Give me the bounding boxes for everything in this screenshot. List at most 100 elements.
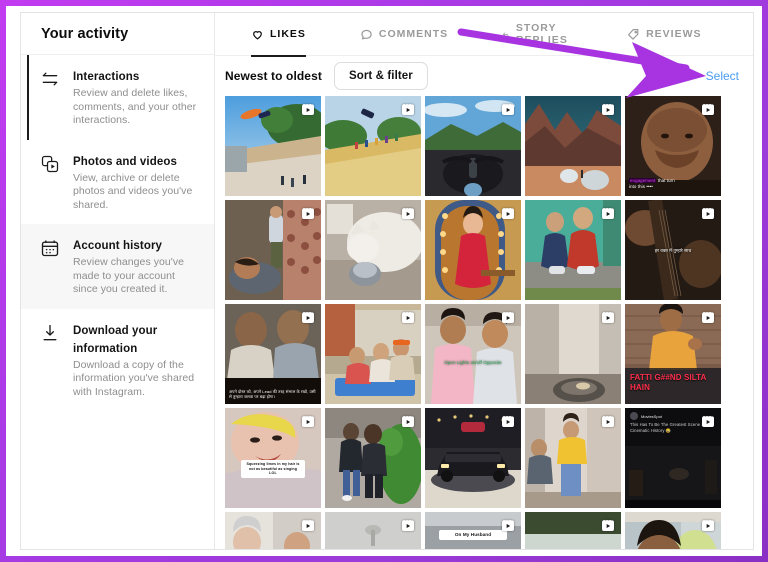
sidebar-item-desc: Review and delete likes, comments, and y… <box>73 87 200 128</box>
grid-item[interactable] <box>225 512 321 549</box>
activity-panel: Your activity Interactions Review and de… <box>20 12 754 550</box>
photos-videos-icon <box>39 153 61 175</box>
reels-clip-icon <box>500 517 516 533</box>
grid-item[interactable] <box>525 512 621 549</box>
sort-order-label: Newest to oldest <box>225 69 322 83</box>
grid-item[interactable] <box>425 200 521 300</box>
grid-item[interactable] <box>225 200 321 300</box>
thumbnail-account-header: MoviesSpot <box>630 412 662 420</box>
screenshot-frame: Your activity Interactions Review and de… <box>0 0 768 562</box>
reels-clip-icon <box>400 205 416 221</box>
reels-clip-icon <box>600 101 616 117</box>
thumbnail-overlay-text: Squeezing limes in my hair is not as bea… <box>241 460 305 478</box>
sort-and-filter-button[interactable]: Sort & filter <box>334 62 428 90</box>
reels-clip-icon <box>500 309 516 325</box>
grid-item[interactable]: FATTI G##ND SILTA HAIN <box>625 304 721 404</box>
reels-clip-icon <box>400 413 416 429</box>
main-content: LIKES COMMENTS STORY REPLIES <box>215 13 753 549</box>
reels-clip-icon <box>600 413 616 429</box>
sidebar-item-label: Interactions <box>73 71 139 83</box>
grid-item[interactable] <box>225 96 321 196</box>
media-grid: engagement that turn into this •••• <box>225 96 749 549</box>
media-grid-container[interactable]: engagement that turn into this •••• <box>215 96 753 549</box>
reels-clip-icon <box>700 413 716 429</box>
comment-icon <box>360 28 373 41</box>
grid-item[interactable]: MoviesSpot This Has To Be The Greatest S… <box>625 408 721 508</box>
reels-clip-icon <box>700 517 716 533</box>
reels-clip-icon <box>500 205 516 221</box>
sidebar-item-desc: Download a copy of the information you'v… <box>73 359 200 400</box>
sidebar-item-label: Download your information <box>73 325 157 355</box>
tab-story-replies[interactable]: STORY REPLIES <box>502 13 599 56</box>
grid-item[interactable]: Open Lights on/off Opposite <box>425 304 521 404</box>
sidebar-item-label: Photos and videos <box>73 156 177 168</box>
grid-toolbar: Newest to oldest Sort & filter Select <box>215 56 753 96</box>
reels-clip-icon <box>300 205 316 221</box>
grid-item[interactable] <box>325 304 421 404</box>
tab-label: COMMENTS <box>379 28 448 40</box>
sidebar-item-label: Account history <box>73 240 162 252</box>
grid-item[interactable] <box>325 96 421 196</box>
page: Your activity Interactions Review and de… <box>6 6 762 556</box>
reels-clip-icon <box>400 309 416 325</box>
calendar-icon <box>39 237 61 259</box>
reply-arrow-icon <box>502 28 510 41</box>
grid-item[interactable] <box>525 408 621 508</box>
activity-tabs: LIKES COMMENTS STORY REPLIES <box>215 13 753 56</box>
heart-icon <box>251 28 264 41</box>
reels-clip-icon <box>700 309 716 325</box>
sidebar: Your activity Interactions Review and de… <box>21 13 215 549</box>
reels-clip-icon <box>600 309 616 325</box>
thumbnail-overlay-text: अपने दोस्त को, अपने Lead की तरह संभाल के… <box>229 389 317 400</box>
sidebar-item-desc: Review changes you've made to your accou… <box>73 256 200 297</box>
thumbnail-overlay-text: engagement that turn into this •••• <box>629 178 713 190</box>
grid-item[interactable]: On My Husband <box>425 512 521 549</box>
thumbnail-overlay-text: Open Lights on/off Opposite <box>431 360 515 366</box>
reels-clip-icon <box>400 517 416 533</box>
grid-item[interactable]: अपने दोस्त को, अपने Lead की तरह संभाल के… <box>225 304 321 404</box>
reels-clip-icon <box>600 517 616 533</box>
reels-clip-icon <box>400 101 416 117</box>
reels-clip-icon <box>300 309 316 325</box>
reels-clip-icon <box>500 101 516 117</box>
grid-item[interactable] <box>325 408 421 508</box>
grid-item[interactable] <box>525 96 621 196</box>
grid-item[interactable] <box>425 408 521 508</box>
arrows-exchange-icon <box>39 68 61 90</box>
reels-clip-icon <box>500 413 516 429</box>
download-icon <box>39 322 61 344</box>
thumbnail-overlay-text: On My Husband <box>439 530 507 540</box>
tab-reviews[interactable]: REVIEWS <box>627 13 727 56</box>
reels-clip-icon <box>700 205 716 221</box>
sidebar-item-account-history[interactable]: Account history Review changes you've ma… <box>21 224 214 309</box>
reels-clip-icon <box>300 413 316 429</box>
grid-item[interactable]: Squeezing limes in my hair is not as bea… <box>225 408 321 508</box>
reels-clip-icon <box>600 205 616 221</box>
page-title: Your activity <box>41 26 128 42</box>
grid-item[interactable] <box>325 200 421 300</box>
sidebar-item-download-your-information[interactable]: Download your information Download a cop… <box>21 309 214 412</box>
thumbnail-overlay-text: FATTI G##ND SILTA HAIN <box>630 373 716 392</box>
tag-icon <box>627 28 640 41</box>
grid-item[interactable]: engagement that turn into this •••• <box>625 96 721 196</box>
select-button[interactable]: Select <box>706 69 739 83</box>
grid-item[interactable] <box>525 304 621 404</box>
reels-clip-icon <box>300 101 316 117</box>
tab-label: LIKES <box>270 28 306 40</box>
grid-item[interactable] <box>525 200 621 300</box>
sidebar-item-photos-and-videos[interactable]: Photos and videos View, archive or delet… <box>21 140 214 225</box>
thumbnail-overlay-text: हर वक्त में तुम्हारे साथ <box>631 248 715 254</box>
sidebar-item-desc: View, archive or delete photos and video… <box>73 172 200 213</box>
sidebar-item-interactions[interactable]: Interactions Review and delete likes, co… <box>21 55 214 140</box>
tab-label: STORY REPLIES <box>516 22 573 46</box>
avatar <box>630 412 638 420</box>
grid-item[interactable] <box>325 512 421 549</box>
tab-label: REVIEWS <box>646 28 701 40</box>
grid-item[interactable]: हर वक्त में तुम्हारे साथ <box>625 200 721 300</box>
reels-clip-icon <box>700 101 716 117</box>
grid-item[interactable] <box>625 512 721 549</box>
sidebar-header: Your activity <box>21 13 214 55</box>
tab-likes[interactable]: LIKES <box>251 13 332 56</box>
tab-comments[interactable]: COMMENTS <box>360 13 474 56</box>
grid-item[interactable] <box>425 96 521 196</box>
